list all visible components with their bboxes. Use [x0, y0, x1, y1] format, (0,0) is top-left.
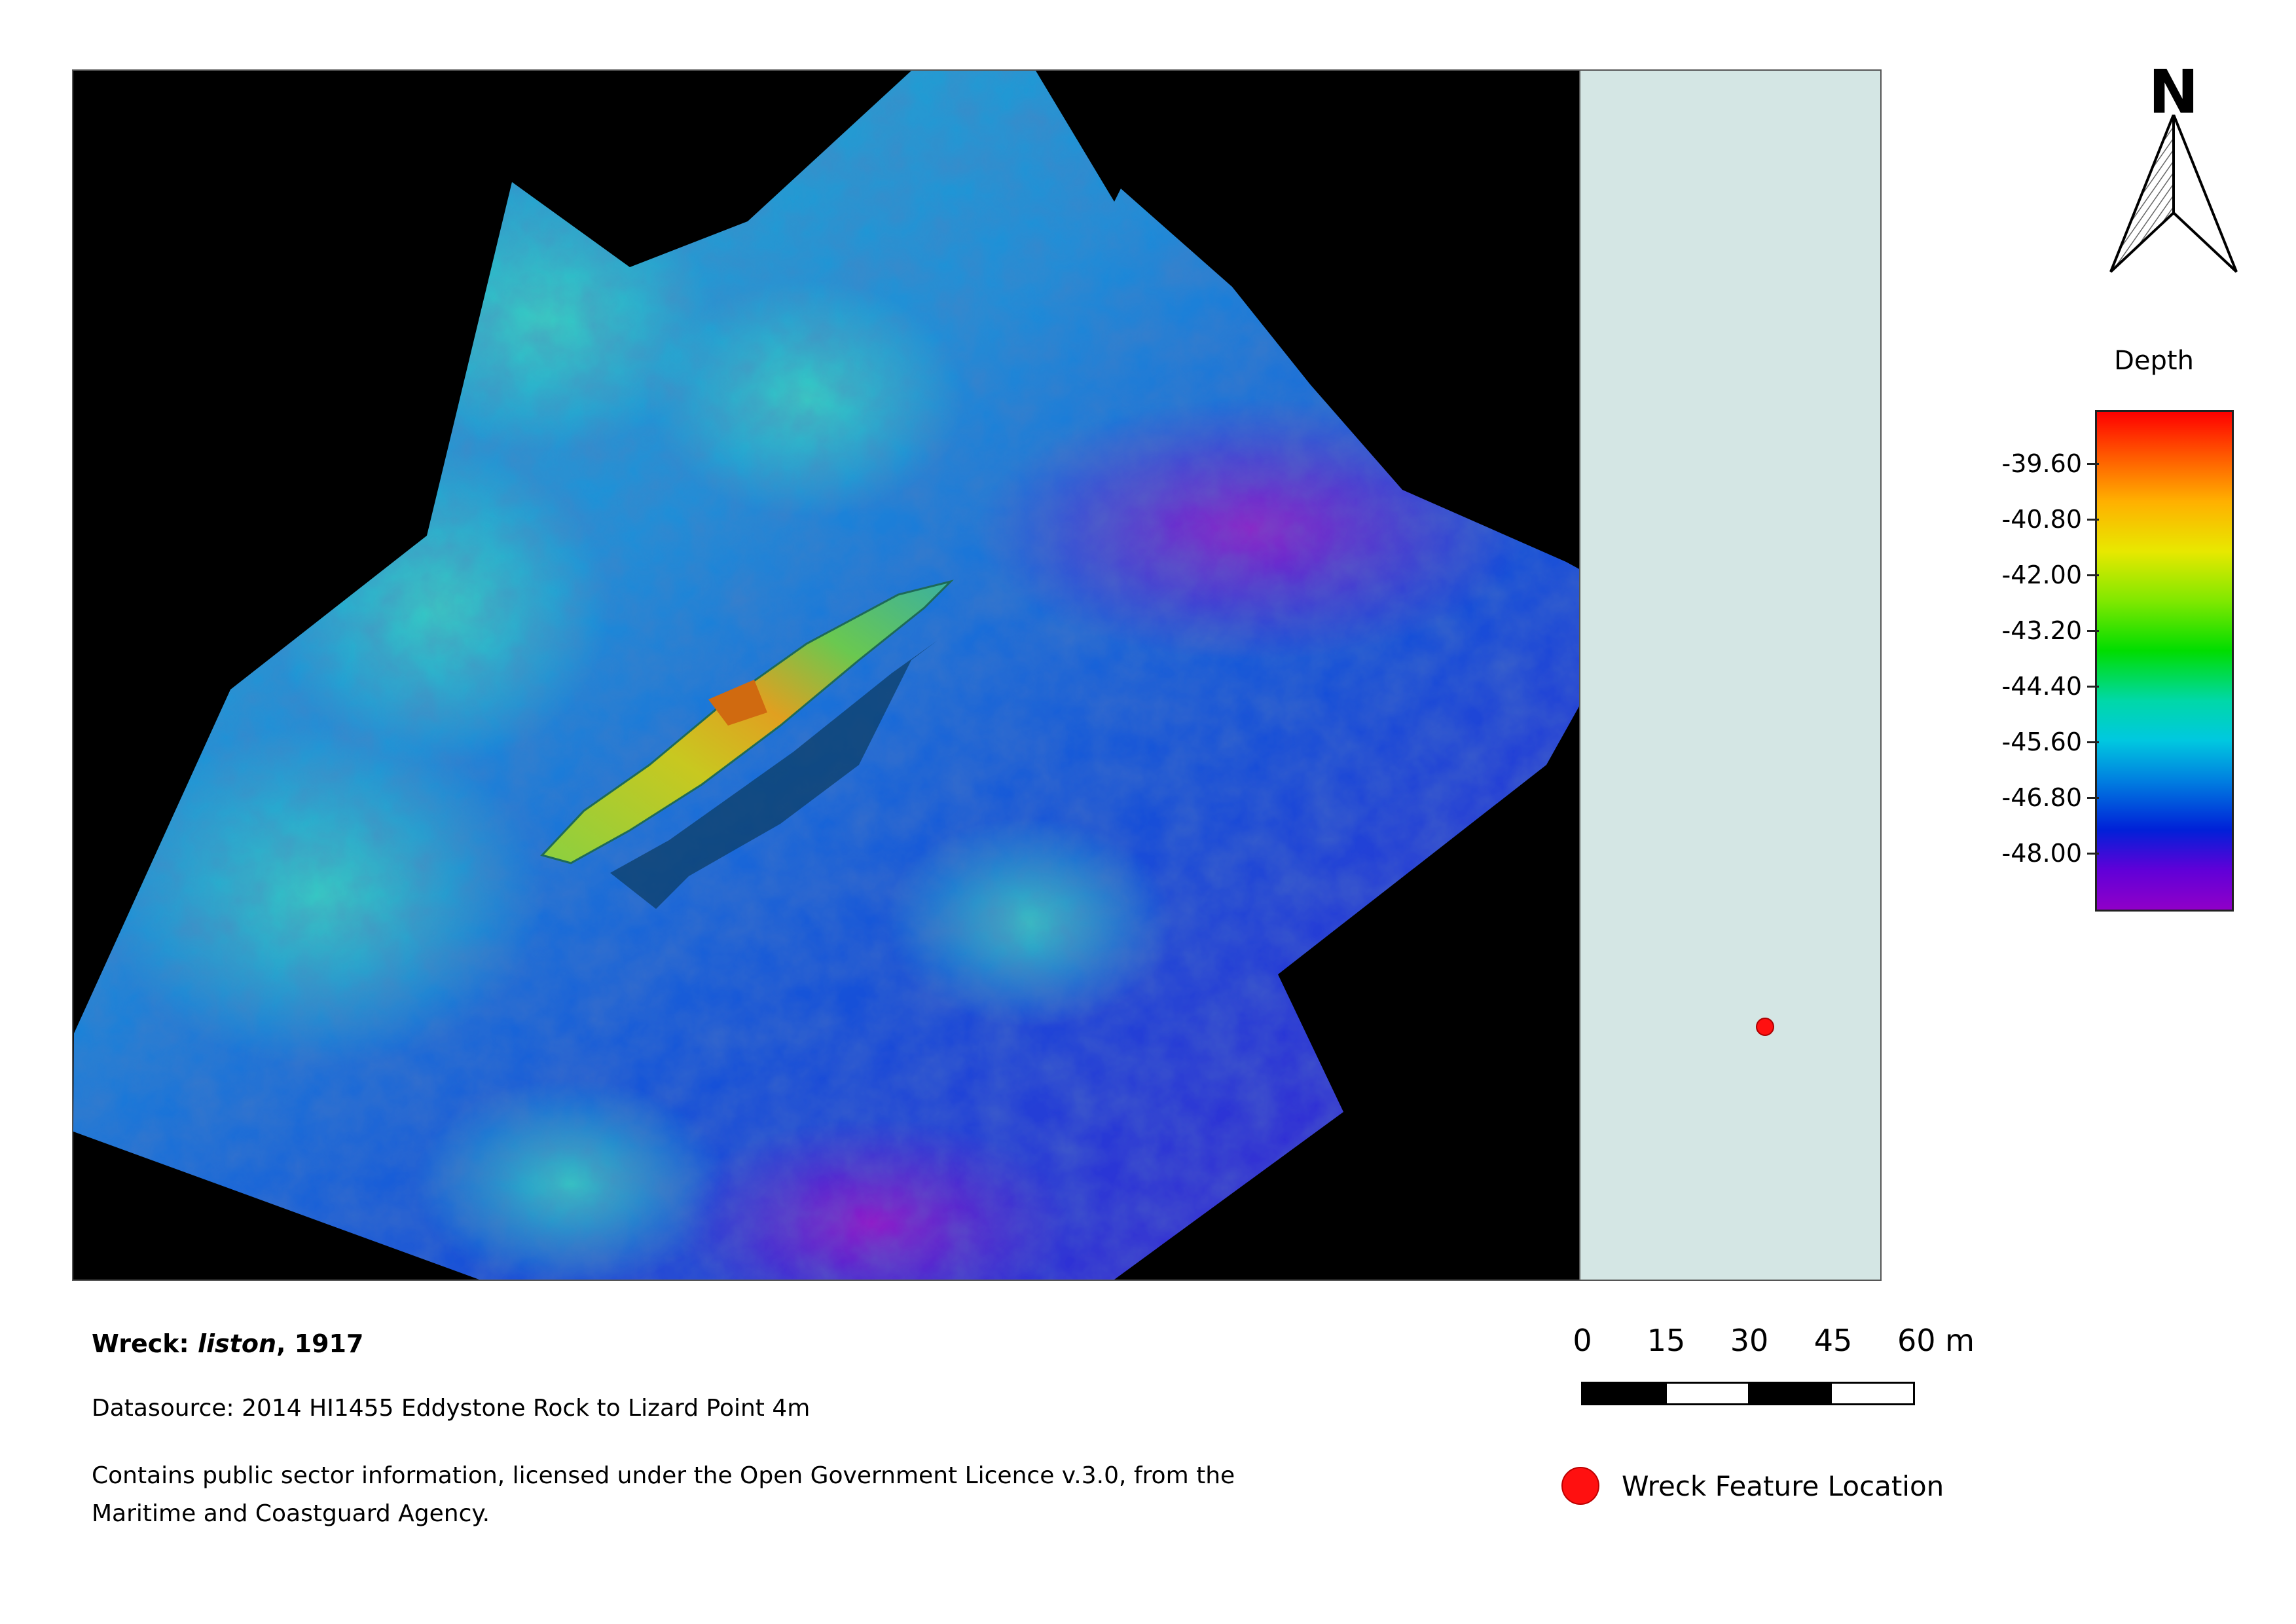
legend-tick: -42.00 — [1958, 562, 2099, 588]
legend-tick: -43.20 — [1958, 618, 2099, 644]
legend-tick: -39.60 — [1958, 451, 2099, 477]
scale-segment — [1829, 1384, 1913, 1403]
north-arrow: N — [2102, 62, 2246, 285]
scale-label: 0 — [1573, 1323, 1592, 1358]
scale-label: 30 — [1730, 1323, 1769, 1358]
legend-tick: -48.00 — [1958, 840, 2099, 866]
legend-tick: -44.40 — [1958, 673, 2099, 699]
wreck-name: liston — [198, 1329, 276, 1358]
data-source: Datasource: 2014 HI1455 Eddystone Rock t… — [92, 1395, 811, 1422]
scale-segment — [1664, 1384, 1748, 1403]
scale-label: 60 m — [1897, 1323, 1975, 1358]
legend-tick: -40.80 — [1958, 506, 2099, 532]
scale-label: 45 — [1813, 1323, 1853, 1358]
north-label: N — [2148, 57, 2199, 127]
scale-segment — [1748, 1384, 1830, 1403]
licence-text: Contains public sector information, lice… — [92, 1462, 1235, 1527]
north-arrow-icon — [2109, 115, 2238, 273]
wreck-point-marker[interactable] — [1756, 1018, 1774, 1036]
depth-colorbar — [2095, 410, 2234, 912]
key-label: Wreck Feature Location — [1622, 1469, 1944, 1502]
scale-segment — [1583, 1384, 1665, 1403]
wreck-year: , 1917 — [276, 1329, 364, 1358]
map-frame[interactable] — [72, 69, 1882, 1281]
legend-tick: -46.80 — [1958, 784, 2099, 811]
scale-label: 15 — [1647, 1323, 1686, 1358]
map-key: Wreck Feature Location — [1561, 1467, 1944, 1505]
legend-tick: -45.60 — [1958, 729, 2099, 755]
red-dot-icon — [1561, 1467, 1599, 1505]
wreck-title-prefix: Wreck: — [92, 1329, 189, 1358]
wreck-title: Wreck: liston, 1917 — [92, 1329, 363, 1358]
legend-title: Depth — [2114, 346, 2194, 376]
side-panel — [1579, 71, 1880, 1280]
scale-bar-graphic — [1581, 1382, 1915, 1405]
